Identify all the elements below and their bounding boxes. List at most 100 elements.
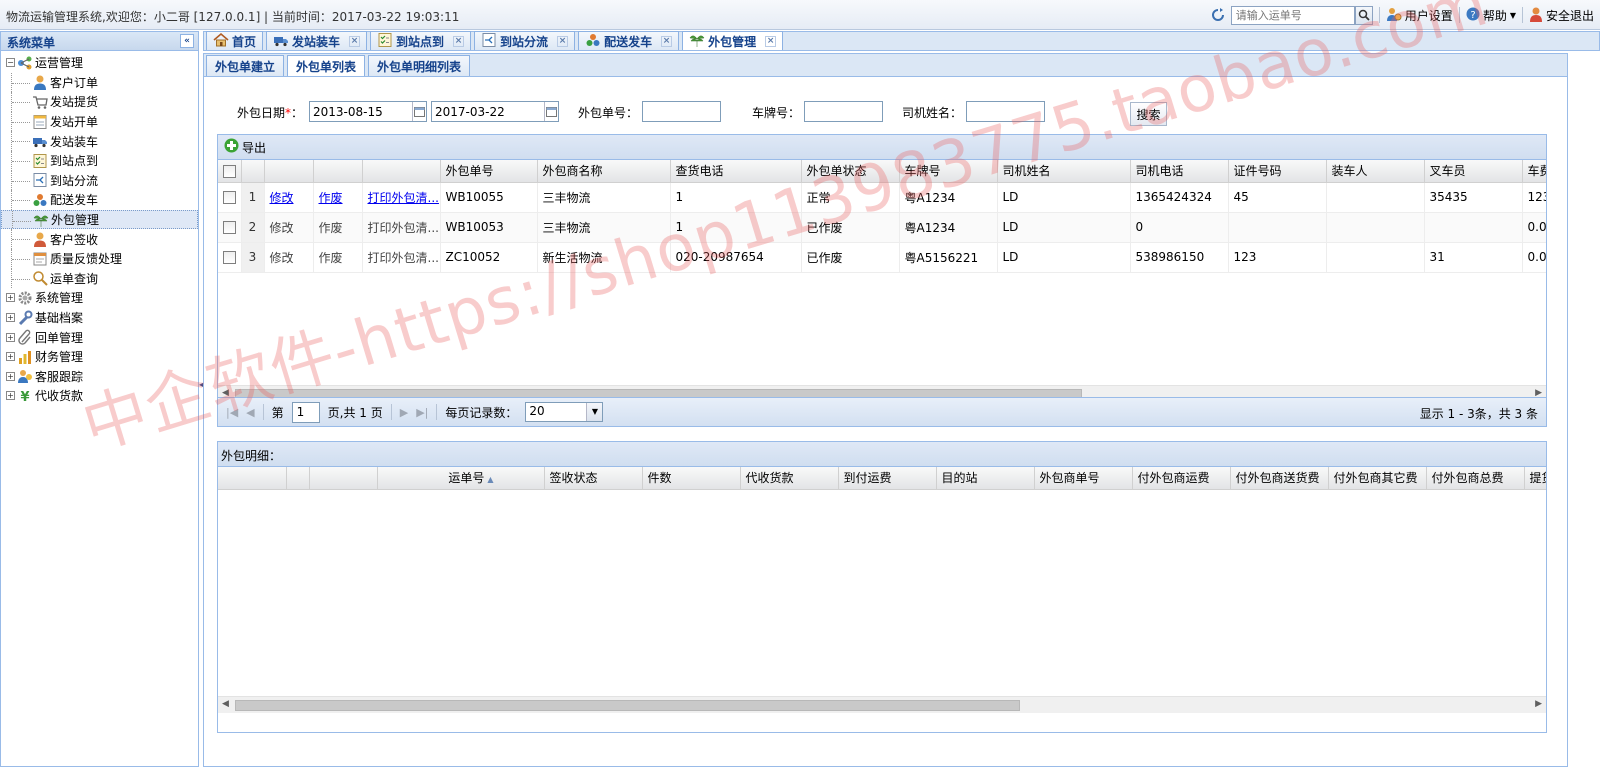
close-icon[interactable]: × (349, 35, 361, 47)
sidebar-item[interactable]: 运单查询 (1, 268, 198, 289)
date-from-input[interactable] (309, 101, 427, 122)
table-row[interactable]: 3 修改 作废 打印外包清... ZC10052 新生活物流 020-20987654 已作废… (218, 242, 1546, 273)
scroll-left-icon[interactable]: ◀ (222, 699, 229, 709)
sidebar-item[interactable]: 质量反馈处理 (1, 248, 198, 269)
sidebar-item[interactable]: + 财务管理 (1, 347, 198, 367)
table-row[interactable]: 2 修改 作废 打印外包清... WB10053 三丰物流 1 已作废 粤A1234 LD 0 0.0 (218, 212, 1546, 243)
column-header[interactable]: 外包商名称 (537, 160, 671, 183)
column-header[interactable]: 件数 (642, 467, 741, 490)
sidebar-item[interactable]: + 系统管理 (1, 288, 198, 308)
column-header[interactable]: 装车人 (1326, 160, 1425, 183)
column-header[interactable]: 车牌号 (899, 160, 998, 183)
sidebar-item[interactable]: 外包管理 (1, 209, 198, 230)
date-to-input[interactable] (431, 101, 559, 122)
sub-tab[interactable]: 外包单列表 (287, 55, 366, 76)
plate-input[interactable] (804, 101, 883, 122)
column-header[interactable]: 外包单号 (440, 160, 538, 183)
column-header[interactable]: 外包单状态 (801, 160, 900, 183)
search-icon[interactable] (1354, 5, 1373, 25)
row-checkbox[interactable] (218, 242, 242, 273)
expand-toggle-icon[interactable]: + (6, 313, 15, 323)
table-row[interactable]: 1 修改 作废 打印外包清... WB10055 三丰物流 1 正常 粤A1234 LD 13654… (218, 182, 1546, 213)
first-page-icon[interactable]: |◀ (226, 406, 238, 419)
sidebar-item[interactable]: + 回单管理 (1, 327, 198, 347)
collapse-toggle-icon[interactable]: − (6, 58, 15, 68)
tab[interactable]: 配送发车 × (578, 31, 680, 50)
sidebar-item[interactable]: 到站分流 (1, 170, 198, 191)
horizontal-scrollbar[interactable]: ◀ ▶ (218, 696, 1546, 713)
user-settings-link[interactable]: 用户设置 (1386, 6, 1453, 25)
order-no-input[interactable] (642, 101, 721, 122)
chevron-down-icon[interactable]: ▼ (586, 403, 603, 421)
export-button[interactable]: 导出 (224, 138, 266, 156)
sub-tab[interactable]: 外包单建立 (206, 55, 285, 76)
select-all-checkbox[interactable] (218, 160, 242, 183)
column-header[interactable]: 司机姓名 (997, 160, 1131, 183)
sidebar-item[interactable]: 客户订单 (1, 72, 198, 93)
calendar-icon[interactable] (544, 102, 558, 121)
sidebar-item[interactable]: + ¥ 代收货款 (1, 386, 198, 406)
prev-page-icon[interactable]: ◀ (246, 406, 254, 419)
sidebar-item[interactable]: 客户签收 (1, 229, 198, 249)
logout-link[interactable]: 安全退出 (1529, 6, 1594, 25)
close-icon[interactable]: × (765, 35, 777, 47)
last-page-icon[interactable]: ▶| (416, 406, 428, 419)
calendar-icon[interactable] (412, 102, 426, 121)
column-header[interactable]: 付外包商运费 (1132, 467, 1231, 490)
sidebar-item[interactable]: 发站提货 (1, 92, 198, 112)
sidebar-item[interactable]: 发站装车 (1, 131, 198, 151)
column-header[interactable]: 目的站 (936, 467, 1035, 490)
scroll-right-icon[interactable]: ▶ (1535, 699, 1542, 709)
collapse-icon[interactable]: « (180, 34, 194, 48)
column-header[interactable]: 付外包商送货费 (1230, 467, 1329, 490)
close-icon[interactable]: × (661, 35, 673, 47)
tab[interactable]: 首页 (206, 31, 264, 50)
expand-toggle-icon[interactable]: + (6, 371, 15, 381)
column-header[interactable]: 提货 (1524, 467, 1546, 490)
expand-toggle-icon[interactable]: + (6, 352, 15, 362)
sidebar-item[interactable]: 发站开单 (1, 111, 198, 132)
page-size-select[interactable]: 20 ▼ (525, 402, 604, 422)
tab[interactable]: 到站点到 × (370, 31, 472, 50)
page-number-input[interactable] (291, 401, 320, 423)
column-header[interactable]: 运单号 ▲ (377, 467, 545, 490)
column-header[interactable]: 车费 (1522, 160, 1546, 183)
edit-link[interactable]: 修改 (270, 191, 294, 205)
print-link[interactable]: 打印外包清... (368, 191, 439, 205)
scroll-thumb[interactable] (235, 700, 1020, 711)
column-header[interactable]: 到付运费 (838, 467, 937, 490)
tab[interactable]: 到站分流 × (474, 31, 576, 50)
column-header[interactable]: 付外包商总费 (1426, 467, 1525, 490)
sub-tab[interactable]: 外包单明细列表 (368, 55, 471, 76)
column-header[interactable]: 付外包商其它费 (1328, 467, 1427, 490)
tab[interactable]: 发站装车 × (266, 31, 368, 50)
refresh-icon[interactable] (1211, 8, 1225, 22)
void-cell: 作废 (313, 182, 363, 213)
row-checkbox[interactable] (218, 182, 242, 213)
sidebar-item[interactable]: 到站点到 (1, 150, 198, 171)
close-icon[interactable]: × (557, 35, 569, 47)
search-button[interactable]: 搜索 (1130, 102, 1167, 126)
sidebar-item[interactable]: + 基础档案 (1, 308, 198, 328)
expand-toggle-icon[interactable]: + (6, 391, 15, 401)
waybill-search-input[interactable] (1230, 5, 1355, 25)
help-menu[interactable]: ? 帮助 ▼ (1466, 7, 1516, 24)
column-header[interactable]: 签收状态 (544, 467, 643, 490)
column-header[interactable]: 叉车员 (1424, 160, 1523, 183)
column-header[interactable]: 代收货款 (740, 467, 839, 490)
column-header[interactable]: 证件号码 (1228, 160, 1327, 183)
sidebar-item[interactable]: − 运营管理 (1, 53, 198, 73)
column-header[interactable]: 外包商单号 (1034, 467, 1133, 490)
close-icon[interactable]: × (453, 35, 465, 47)
expand-toggle-icon[interactable]: + (6, 332, 15, 342)
column-header[interactable]: 查货电话 (670, 160, 802, 183)
sidebar-item[interactable]: + 客服跟踪 (1, 367, 198, 387)
tab[interactable]: 外包管理 × (682, 31, 784, 50)
next-page-icon[interactable]: ▶ (400, 406, 408, 419)
driver-input[interactable] (966, 101, 1045, 122)
expand-toggle-icon[interactable]: + (6, 293, 15, 303)
row-checkbox[interactable] (218, 212, 242, 243)
sidebar-item[interactable]: 配送发车 (1, 190, 198, 210)
column-header[interactable]: 司机电话 (1130, 160, 1229, 183)
void-link[interactable]: 作废 (319, 191, 343, 205)
